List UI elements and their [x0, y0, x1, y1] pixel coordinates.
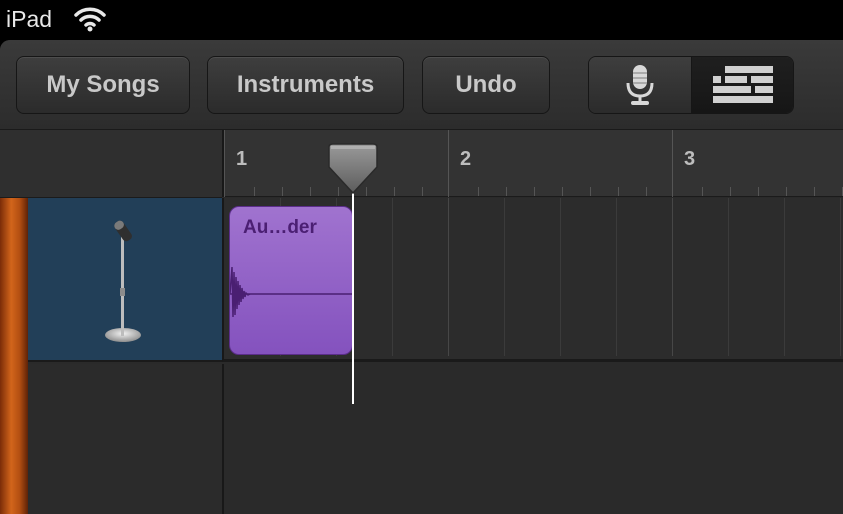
- device-name: iPad: [6, 6, 53, 32]
- bar-number: 1: [236, 148, 248, 170]
- grid-line: [672, 198, 673, 356]
- track-color-stripe: [0, 198, 28, 514]
- microphone-icon: [626, 65, 654, 105]
- grid-line: [728, 198, 729, 356]
- bar-number: 2: [460, 148, 472, 170]
- grid-line: [504, 198, 505, 356]
- track-lane[interactable]: Au…der: [222, 198, 843, 362]
- grid-line: [616, 198, 617, 356]
- track-header-audio-recorder[interactable]: [28, 198, 222, 362]
- garageband-window: My Songs Instruments Undo 1 2 3 Au…der: [0, 40, 843, 514]
- empty-track-header: [28, 364, 222, 514]
- status-bar: iPad: [0, 0, 843, 40]
- playhead-handle[interactable]: [325, 143, 381, 195]
- ruler-tick: [254, 187, 255, 196]
- view-segmented-control: [588, 56, 794, 114]
- ruler-tick: [534, 187, 535, 196]
- ruler-tick: [562, 187, 563, 196]
- audio-region[interactable]: Au…der: [229, 206, 353, 355]
- ruler-tick: [282, 187, 283, 196]
- grid-line: [560, 198, 561, 356]
- region-label: Au…der: [243, 217, 317, 238]
- bar-number: 3: [684, 148, 696, 170]
- undo-button[interactable]: Undo: [422, 56, 550, 114]
- bar-line: [224, 130, 225, 197]
- timeline-ruler[interactable]: 1 2 3: [222, 130, 843, 197]
- bar-line: [672, 130, 673, 197]
- my-songs-button[interactable]: My Songs: [16, 56, 190, 114]
- wifi-icon: [74, 7, 106, 32]
- instrument-view-button[interactable]: [589, 57, 692, 113]
- ruler-tick: [506, 187, 507, 196]
- ruler-tick: [758, 187, 759, 196]
- tracks-view-icon: [712, 66, 773, 103]
- ruler-tick: [786, 187, 787, 196]
- ruler-tick: [814, 187, 815, 196]
- empty-track-lane[interactable]: [222, 364, 843, 514]
- microphone-stand-icon: [105, 220, 141, 342]
- waveform: [230, 266, 352, 318]
- grid-line: [784, 198, 785, 356]
- grid-line: [392, 198, 393, 356]
- playhead-line: [352, 190, 354, 404]
- instruments-button[interactable]: Instruments: [207, 56, 404, 114]
- ruler-tick: [478, 187, 479, 196]
- ruler-tick: [702, 187, 703, 196]
- toolbar: My Songs Instruments Undo: [0, 40, 843, 130]
- ruler-tick: [618, 187, 619, 196]
- ruler-tick: [646, 187, 647, 196]
- ruler-tick: [590, 187, 591, 196]
- grid-line: [840, 198, 841, 356]
- ruler-tick: [310, 187, 311, 196]
- ruler-tick: [422, 187, 423, 196]
- tracks-view-button[interactable]: [692, 57, 793, 113]
- grid-line: [448, 198, 449, 356]
- ruler-tick: [394, 187, 395, 196]
- ruler-corner: [0, 130, 222, 198]
- bar-line: [448, 130, 449, 197]
- ruler-tick: [730, 187, 731, 196]
